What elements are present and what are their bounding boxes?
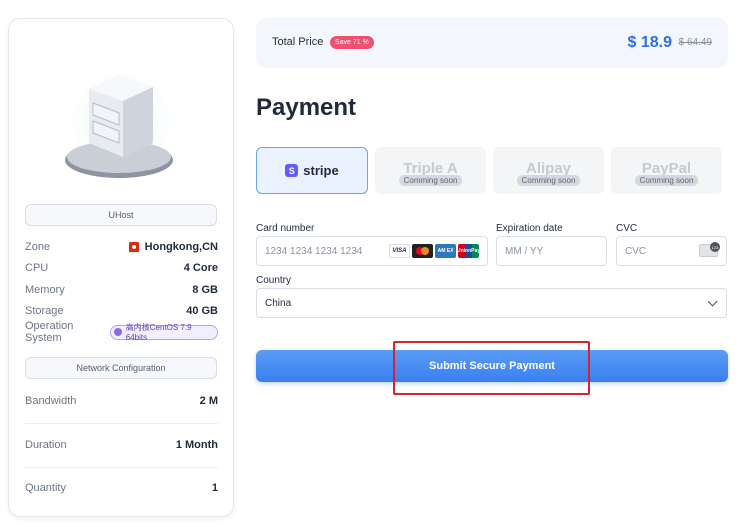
payment-method-paypal: PayPal Comming soon [611,147,722,194]
visa-icon: VISA [389,244,410,258]
cvc-placeholder: CVC [625,245,647,257]
card-brands: VISA AM EX UnionPay [389,244,480,258]
zone-value: Hongkong,CN [144,241,218,253]
save-badge: Save 71 % [330,36,374,49]
storage-value: 40 GB [186,305,218,317]
country-value: China [265,297,292,309]
mastercard-icon [412,244,433,258]
coming-soon-badge: Comming soon [398,175,463,186]
expiration-label: Expiration date [496,223,563,234]
chevron-down-icon [707,296,718,307]
cvc-card-icon [699,242,720,257]
coming-soon-badge: Comming soon [634,175,699,186]
spec-label: Storage [25,305,64,317]
spec-cpu: CPU 4 Core [25,260,218,276]
spec-quantity: Quantity 1 [25,480,218,496]
spec-label: Bandwidth [25,395,77,407]
stripe-label: stripe [303,163,339,178]
total-price-label: Total Price [272,36,324,48]
spec-bandwidth: Bandwidth 2 M [25,393,218,409]
memory-value: 8 GB [192,284,218,296]
card-number-placeholder: 1234 1234 1234 1234 [265,245,363,257]
spec-label: Memory [25,284,65,296]
quantity-value: 1 [211,482,218,494]
cvc-label: CVC [616,223,638,234]
spec-label: Zone [25,241,51,253]
payment-method-alipay: Alipay Comming soon [493,147,604,194]
server-icon [63,59,179,178]
divider [25,423,218,424]
unionpay-icon: UnionPay [457,244,480,258]
os-badge: 高内核CentOS 7.9 64bits [110,323,218,342]
total-price-bar: Total Price Save 71 % $ 18.9 $ 64.49 [256,18,728,68]
spec-label: Duration [25,439,67,451]
highlight-annotation [393,341,590,395]
stripe-logo: Sstripe [285,163,339,178]
spec-label: Quantity [25,482,66,494]
payment-method-stripe[interactable]: Sstripe [256,147,368,194]
spec-label: CPU [25,262,49,274]
order-summary-card: UHost Zone Hongkong,CN CPU 4 Core Memory… [8,18,234,517]
checkout-page: UHost Zone Hongkong,CN CPU 4 Core Memory… [0,0,743,527]
spec-zone: Zone Hongkong,CN [25,239,218,255]
bandwidth-value: 2 M [199,395,218,407]
country-select[interactable]: China [256,288,727,318]
network-config-title: Network Configuration [25,357,217,379]
os-icon [114,328,122,336]
spec-value: Hongkong,CN [128,241,218,253]
spec-memory: Memory 8 GB [25,282,218,298]
duration-value: 1 Month [175,439,218,451]
cpu-value: 4 Core [183,262,218,274]
hongkong-flag-icon [128,242,139,252]
current-price: $ 18.9 [627,34,672,51]
product-name: UHost [25,204,217,226]
cvc-field[interactable]: CVC [616,236,727,266]
expiration-placeholder: MM / YY [505,245,544,257]
spec-os: Operation System 高内核CentOS 7.9 64bits [25,320,218,344]
payment-method-triplea: Triple A Comming soon [375,147,486,194]
stripe-icon: S [285,164,299,177]
amex-icon: AM EX [435,244,456,258]
coming-soon-badge: Comming soon [516,175,581,186]
spec-label: Operation System [25,320,74,344]
card-number-field[interactable]: 1234 1234 1234 1234 VISA AM EX UnionPay [256,236,488,266]
original-price: $ 64.49 [678,37,712,48]
os-value: 高内核CentOS 7.9 64bits [125,323,192,342]
divider [25,467,218,468]
payment-title: Payment [256,94,357,121]
country-label: Country [256,275,292,286]
expiration-field[interactable]: MM / YY [496,236,607,266]
spec-duration: Duration 1 Month [25,437,218,453]
card-number-label: Card number [256,223,315,234]
spec-storage: Storage 40 GB [25,303,218,319]
